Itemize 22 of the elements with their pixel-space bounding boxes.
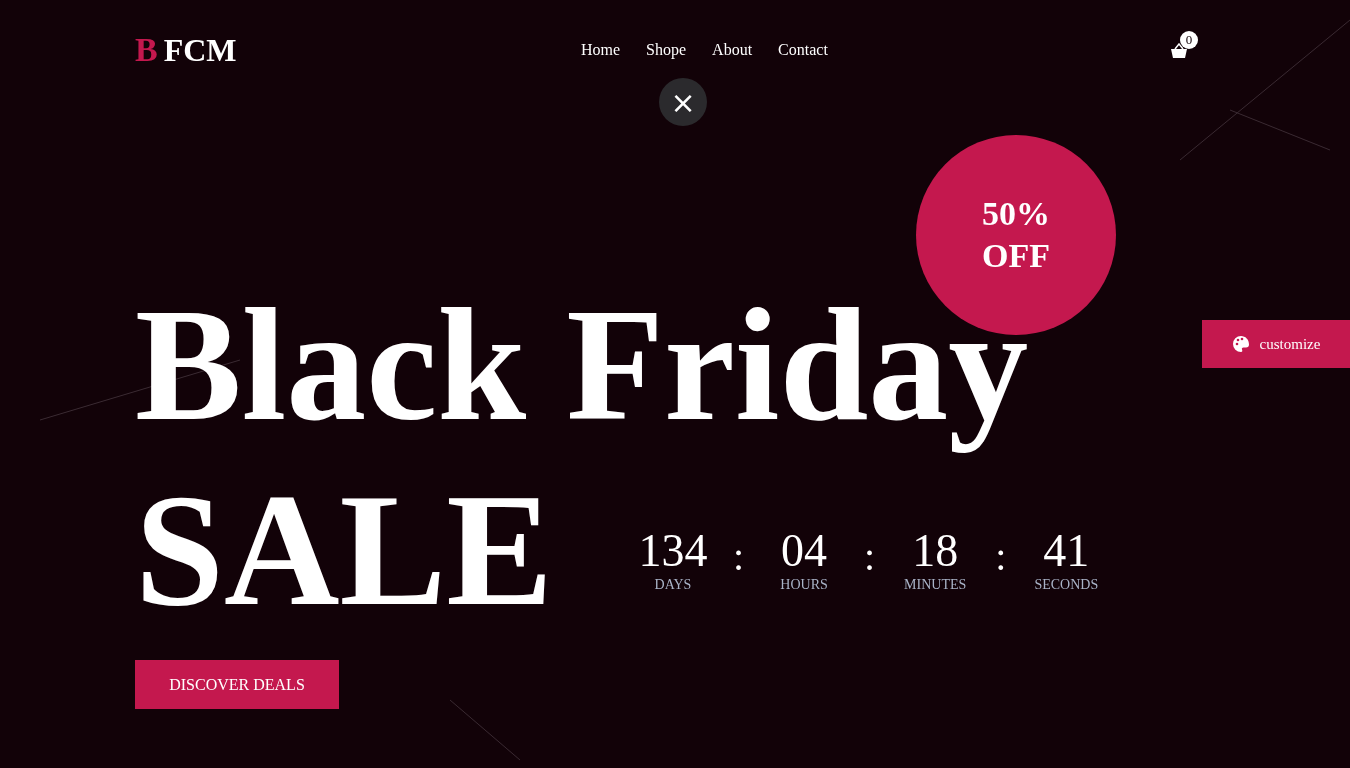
nav-link[interactable]: About — [712, 41, 753, 59]
countdown-value: 134 — [638, 527, 708, 575]
nav-link[interactable]: Home — [581, 41, 621, 59]
discover-deals-button[interactable]: DISCOVER DEALS — [135, 660, 339, 709]
countdown-label: DAYS — [654, 577, 692, 593]
countdown-label: HOURS — [780, 577, 828, 593]
countdown-separator: : — [995, 533, 1007, 581]
customize-button[interactable]: customize — [1202, 320, 1350, 368]
basket-icon — [1170, 43, 1188, 59]
logo[interactable]: B FCM — [135, 31, 581, 69]
cart-button[interactable]: 0 — [1170, 31, 1200, 61]
countdown-value: 18 — [912, 527, 959, 575]
hero-title: SALE — [135, 460, 553, 640]
countdown-label: MINUTES — [904, 577, 967, 593]
nav-link[interactable]: Shope — [646, 41, 687, 59]
countdown-value: 41 — [1043, 527, 1090, 575]
palette-icon — [1231, 335, 1250, 353]
nav-link[interactable]: Contact — [778, 41, 828, 59]
countdown-separator: : — [732, 533, 745, 581]
countdown-separator: : — [864, 533, 876, 581]
countdown-value: 04 — [781, 527, 828, 575]
countdown-label: SECONDS — [1034, 577, 1099, 593]
